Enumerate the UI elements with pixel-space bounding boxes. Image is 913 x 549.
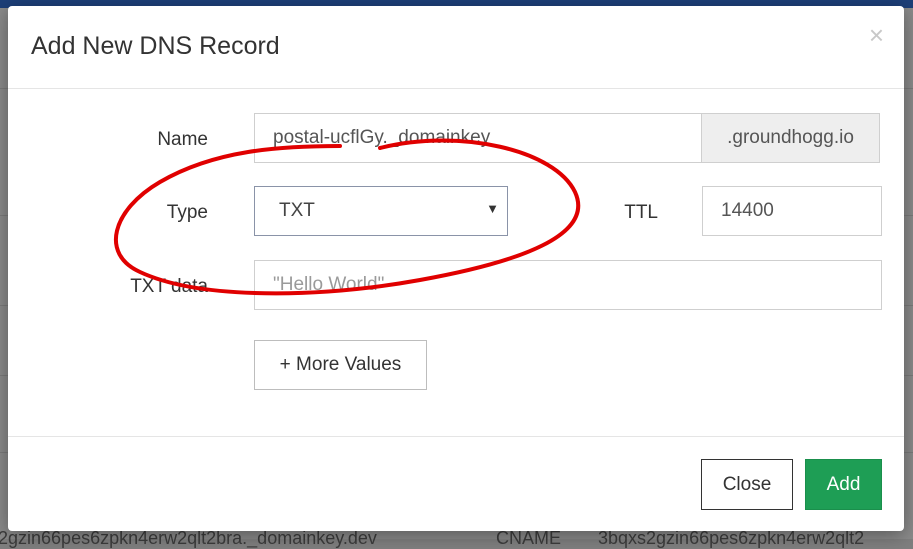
name-input[interactable]: postal-ucflGy._domainkey xyxy=(254,113,702,163)
more-values-button[interactable]: + More Values xyxy=(254,340,427,390)
add-dns-record-modal: Add New DNS Record × Name postal-ucflGy.… xyxy=(8,6,904,531)
type-select-value: TXT xyxy=(279,200,315,221)
close-icon[interactable]: × xyxy=(869,22,884,48)
footer-divider xyxy=(8,436,904,437)
name-label: Name xyxy=(157,129,208,150)
caret-down-icon: ▼ xyxy=(486,201,499,216)
domain-suffix-addon: .groundhogg.io xyxy=(701,113,880,163)
ttl-label: TTL xyxy=(624,202,658,223)
add-button[interactable]: Add xyxy=(805,459,882,510)
type-select[interactable]: TXT ▼ xyxy=(254,186,508,236)
name-input-value: postal-ucflGy._domainkey xyxy=(273,127,491,148)
type-label: Type xyxy=(166,202,208,223)
ttl-input[interactable]: 14400 xyxy=(702,186,882,236)
modal-title: Add New DNS Record xyxy=(31,32,280,60)
close-button[interactable]: Close xyxy=(701,459,793,510)
txt-data-placeholder: "Hello World" xyxy=(273,274,385,295)
ttl-input-value: 14400 xyxy=(721,200,774,221)
header-divider xyxy=(8,88,904,89)
txt-data-label: TXT data xyxy=(130,276,208,297)
txt-data-input[interactable]: "Hello World" xyxy=(254,260,882,310)
